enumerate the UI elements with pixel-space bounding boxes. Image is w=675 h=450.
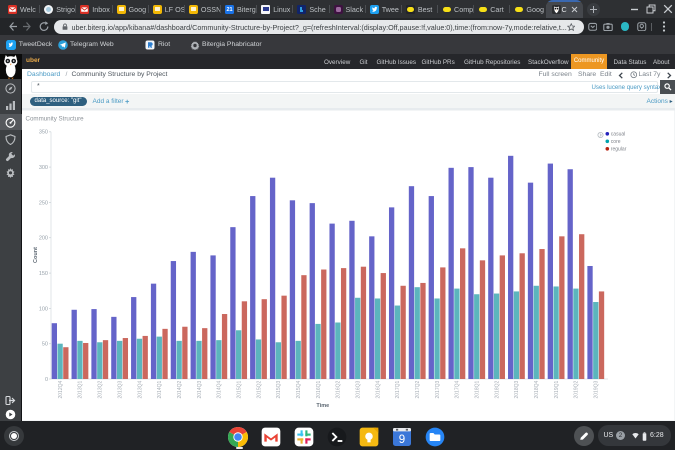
svg-text:2014Q1: 2014Q1 [157, 380, 163, 398]
svg-text:350: 350 [39, 130, 48, 136]
svg-text:Count: Count [33, 247, 39, 263]
svg-text:2015Q1: 2015Q1 [237, 380, 243, 398]
svg-text:2015Q3: 2015Q3 [276, 380, 282, 398]
svg-text:core: core [611, 139, 621, 145]
svg-text:2017Q1: 2017Q1 [395, 380, 401, 398]
svg-text:2019Q2: 2019Q2 [574, 380, 580, 398]
svg-text:2013Q2: 2013Q2 [98, 380, 104, 398]
svg-text:Community Structure: Community Structure [26, 116, 85, 123]
svg-text:2017Q4: 2017Q4 [455, 380, 461, 398]
svg-text:2012Q4: 2012Q4 [58, 380, 64, 398]
svg-text:2014Q4: 2014Q4 [217, 380, 223, 398]
svg-text:2016Q4: 2016Q4 [375, 380, 381, 398]
svg-text:2016Q2: 2016Q2 [336, 380, 342, 398]
svg-text:200: 200 [39, 236, 48, 242]
svg-text:2013Q1: 2013Q1 [78, 380, 84, 398]
svg-text:0: 0 [45, 377, 48, 383]
svg-text:300: 300 [39, 165, 48, 171]
svg-text:2018Q3: 2018Q3 [514, 380, 520, 398]
svg-text:250: 250 [39, 200, 48, 206]
svg-text:2013Q3: 2013Q3 [117, 380, 123, 398]
svg-text:2018Q2: 2018Q2 [494, 380, 500, 398]
svg-text:2017Q2: 2017Q2 [415, 380, 421, 398]
svg-text:2019Q1: 2019Q1 [554, 380, 560, 398]
svg-text:2018Q1: 2018Q1 [475, 380, 481, 398]
svg-text:2019Q3: 2019Q3 [594, 380, 600, 398]
svg-text:2015Q4: 2015Q4 [296, 380, 302, 398]
svg-text:2014Q2: 2014Q2 [177, 380, 183, 398]
svg-text:Time: Time [316, 403, 329, 409]
svg-text:50: 50 [42, 342, 48, 348]
svg-text:150: 150 [39, 271, 48, 277]
svg-text:2018Q4: 2018Q4 [534, 380, 540, 398]
svg-text:2015Q2: 2015Q2 [256, 380, 262, 398]
svg-text:2014Q3: 2014Q3 [197, 380, 203, 398]
svg-text:casual: casual [611, 132, 625, 138]
svg-text:2017Q3: 2017Q3 [435, 380, 441, 398]
svg-text:100: 100 [39, 306, 48, 312]
svg-text:2016Q1: 2016Q1 [316, 380, 322, 398]
svg-text:regular: regular [611, 147, 627, 153]
svg-text:2016Q3: 2016Q3 [356, 380, 362, 398]
svg-text:9: 9 [399, 434, 405, 446]
svg-text:2013Q4: 2013Q4 [137, 380, 143, 398]
